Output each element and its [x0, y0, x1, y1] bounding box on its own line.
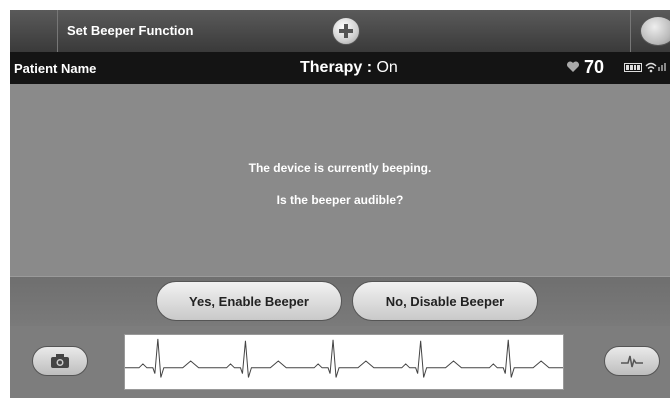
add-button[interactable]: [332, 17, 360, 45]
ecg-button[interactable]: [604, 346, 660, 376]
message-line-1: The device is currently beeping.: [248, 161, 432, 175]
page-title: Set Beeper Function: [67, 23, 194, 38]
therapy-status: Therapy : On: [300, 59, 398, 77]
title-divider-right: [630, 10, 631, 52]
device-icon[interactable]: [640, 16, 670, 46]
bottom-bar: [10, 326, 670, 398]
plus-icon: [339, 24, 353, 38]
message-line-2: Is the beeper audible?: [276, 193, 404, 207]
device-screen: Set Beeper Function Patient Name Therapy…: [10, 10, 670, 398]
ecg-strip: [124, 334, 564, 390]
battery-icon: [624, 63, 642, 72]
enable-beeper-button[interactable]: Yes, Enable Beeper: [156, 281, 342, 321]
heart-rate-value: 70: [584, 57, 605, 77]
camera-button[interactable]: [32, 346, 88, 376]
wireless-icon: [645, 62, 657, 73]
status-bar: Patient Name Therapy : On 70: [10, 52, 670, 84]
patient-name: Patient Name: [14, 61, 97, 76]
title-divider-left: [57, 10, 58, 52]
signal-bars-icon: [658, 63, 666, 71]
title-bar: Set Beeper Function: [10, 10, 670, 52]
heart-icon: [566, 61, 580, 72]
disable-beeper-button[interactable]: No, Disable Beeper: [352, 281, 538, 321]
therapy-value: On: [376, 59, 398, 76]
camera-icon: [51, 354, 69, 368]
ecg-icon: [621, 355, 643, 368]
therapy-label: Therapy :: [300, 59, 377, 76]
action-row: Yes, Enable Beeper No, Disable Beeper: [10, 276, 670, 326]
